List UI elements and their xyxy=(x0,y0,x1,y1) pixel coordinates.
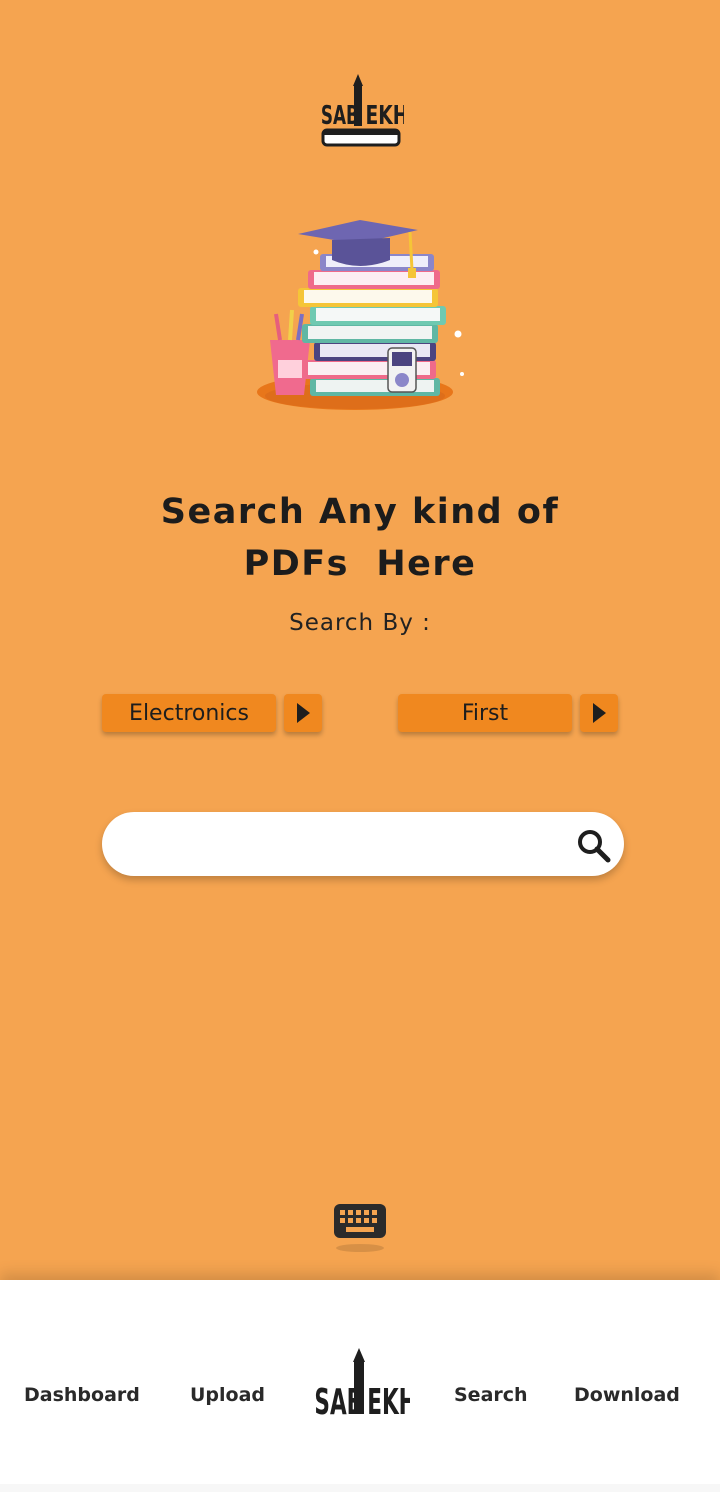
category-dropdown[interactable]: Electronics xyxy=(102,694,276,732)
app-logo: SAB EKH xyxy=(321,74,404,147)
page-headline: Search Any kind of PDFs Here xyxy=(0,486,720,590)
keyboard-icon[interactable] xyxy=(332,1202,388,1254)
headline-line-1: Search Any kind of xyxy=(160,492,560,532)
nav-dashboard[interactable]: Dashboard xyxy=(24,1384,140,1406)
play-arrow-icon xyxy=(593,703,606,723)
svg-text:EKH: EKH xyxy=(366,101,404,131)
search-input[interactable] xyxy=(126,822,570,868)
nav-home-logo[interactable]: SAB EKH xyxy=(312,1346,410,1418)
search-icon[interactable] xyxy=(576,828,612,864)
books-illustration xyxy=(257,220,464,410)
play-arrow-icon xyxy=(297,703,310,723)
category-dropdown-arrow-button[interactable] xyxy=(284,694,322,732)
search-by-label: Search By : xyxy=(289,610,431,636)
nav-download[interactable]: Download xyxy=(574,1384,680,1406)
svg-text:EKH: EKH xyxy=(367,1380,410,1418)
semester-dropdown-arrow-button[interactable] xyxy=(580,694,618,732)
bottom-navigation: Dashboard Upload SAB EKH Search Download xyxy=(0,1280,720,1492)
semester-dropdown[interactable]: First xyxy=(398,694,572,732)
semester-dropdown-value: First xyxy=(461,700,509,726)
nav-search[interactable]: Search xyxy=(454,1384,528,1406)
nav-bottom-edge xyxy=(0,1484,720,1492)
svg-text:SAB: SAB xyxy=(321,101,359,131)
nav-upload[interactable]: Upload xyxy=(190,1384,265,1406)
category-dropdown-value: Electronics xyxy=(129,700,249,726)
headline-line-2: PDFs Here xyxy=(243,544,477,584)
search-bar[interactable] xyxy=(102,812,624,876)
